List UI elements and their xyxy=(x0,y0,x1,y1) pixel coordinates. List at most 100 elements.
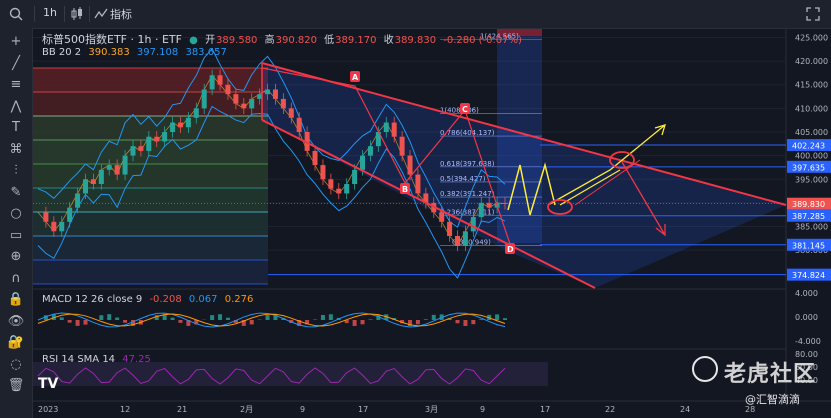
candle-body xyxy=(201,89,207,109)
macd-histogram-bar xyxy=(225,317,230,320)
trend-line-icon[interactable]: ╱ xyxy=(6,54,26,74)
close-label: 收 xyxy=(383,35,394,46)
high-value: 390.820 xyxy=(275,35,317,46)
low-value: 389.170 xyxy=(335,35,377,46)
candle-body xyxy=(233,94,239,104)
candle-body xyxy=(154,136,160,142)
tradingview-logo: TV xyxy=(38,376,59,392)
candle-body xyxy=(288,108,294,118)
price-tick: 410.000 xyxy=(795,104,828,113)
fib-time-band xyxy=(33,236,268,260)
price-tick: 405.000 xyxy=(795,128,828,137)
high-label: 高 xyxy=(264,35,275,46)
text-icon[interactable]: T xyxy=(6,118,26,138)
interval-button[interactable]: 1h xyxy=(43,6,57,19)
candle-body xyxy=(67,207,73,222)
fib-level-label: 0.5(394.427) xyxy=(440,175,486,183)
indicators-icon[interactable] xyxy=(94,6,108,25)
macd-histogram-bar xyxy=(423,319,428,320)
indicators-button[interactable]: 指标 xyxy=(110,6,132,22)
candle-body xyxy=(43,212,49,222)
time-tick: 17 xyxy=(358,405,368,414)
candle-body xyxy=(502,202,508,204)
eye-hide-icon[interactable]: ◌ xyxy=(6,355,26,375)
candle-body xyxy=(59,221,65,232)
candle-body xyxy=(439,212,445,222)
eye-icon[interactable]: 👁 xyxy=(6,312,26,332)
macd-histogram-bar xyxy=(431,314,436,320)
price-label: 402.243 xyxy=(792,142,825,151)
bb-legend[interactable]: BB 20 2 390.383 397.108 383.657 xyxy=(42,47,231,58)
bb-value-1: 390.383 xyxy=(88,47,130,58)
macd-tick: 4.000 xyxy=(795,289,818,298)
fib-time-band xyxy=(33,164,268,188)
fib-time-band xyxy=(33,116,268,140)
close-value: 389.830 xyxy=(394,35,437,46)
macd-histogram-bar xyxy=(479,319,484,320)
zoom-in-icon[interactable]: ⊕ xyxy=(6,247,26,267)
macd-histogram-bar xyxy=(463,320,468,326)
rsi-value: 47.25 xyxy=(122,354,151,365)
horizontal-lines-icon[interactable]: ≡ xyxy=(6,75,26,95)
brush-icon[interactable]: ✎ xyxy=(6,183,26,203)
candle-type-icon[interactable] xyxy=(70,6,84,25)
macd-histogram-bar xyxy=(178,320,183,323)
candle-body xyxy=(193,108,199,118)
macd-legend[interactable]: MACD 12 26 close 9 -0.208 0.067 0.276 xyxy=(42,294,257,305)
low-label: 低 xyxy=(324,35,335,46)
macd-histogram-bar xyxy=(320,315,325,320)
macd-histogram-bar xyxy=(503,318,507,320)
time-tick: 9 xyxy=(300,405,305,414)
tiger-logo-icon xyxy=(692,356,718,382)
fib-level-label: 0.236(387.311) xyxy=(440,209,495,217)
macd-histogram-bar xyxy=(495,314,500,320)
macd-histogram-bar xyxy=(99,315,104,320)
fib-level-label: 0.618(397.638) xyxy=(440,160,495,168)
macd-histogram-bar xyxy=(115,317,120,320)
candle-body xyxy=(177,122,183,128)
candle-body xyxy=(383,122,389,132)
fullscreen-icon[interactable] xyxy=(805,6,821,25)
top-toolbar: 1h 指标 xyxy=(0,0,831,29)
fib-time-band xyxy=(33,260,268,284)
symbol-title[interactable]: 标普500指数ETF · 1h · ETF xyxy=(42,33,182,46)
circle-icon[interactable]: ○ xyxy=(6,204,26,224)
price-label: 387.285 xyxy=(792,212,825,221)
macd-histogram-bar xyxy=(455,320,460,324)
macd-histogram-bar xyxy=(170,317,175,320)
candle-body xyxy=(336,188,342,194)
candle-body xyxy=(407,155,413,175)
wave-label: D xyxy=(507,245,514,254)
time-tick: 2023 xyxy=(38,405,58,414)
macd-histogram-bar xyxy=(471,320,476,325)
lock-icon[interactable]: 🔒 xyxy=(6,290,26,310)
candle-body xyxy=(185,117,191,128)
candle-body xyxy=(478,202,484,218)
macd-value-2: 0.067 xyxy=(188,294,218,305)
candle-body xyxy=(415,174,421,194)
pattern-icon[interactable]: ⌘ xyxy=(6,140,26,160)
magnet-icon[interactable]: ∩ xyxy=(6,269,26,289)
rsi-legend[interactable]: RSI 14 SMA 14 47.25 xyxy=(42,354,155,365)
candle-body xyxy=(90,179,96,184)
price-tick: 420.000 xyxy=(795,57,828,66)
fib-icon[interactable]: ⫶ xyxy=(6,161,26,181)
candle-body xyxy=(170,122,176,132)
crosshair-icon[interactable]: + xyxy=(6,32,26,52)
price-label: 397.635 xyxy=(792,163,825,172)
trash-icon[interactable]: 🗑 xyxy=(6,376,26,396)
watermark-text: 老虎社区 xyxy=(724,362,817,387)
wave-label: B xyxy=(402,185,408,194)
candle-body xyxy=(162,132,168,142)
ruler-icon[interactable]: ▭ xyxy=(6,226,26,246)
lock-drawing-icon[interactable]: 🔐 xyxy=(6,333,26,353)
candle-body xyxy=(462,231,468,246)
candle-body xyxy=(82,179,88,194)
candle-body xyxy=(352,169,358,184)
macd-histogram-bar xyxy=(67,320,72,323)
multi-line-icon[interactable]: ⋀ xyxy=(6,97,26,117)
fib-time-band xyxy=(33,92,268,116)
candle-body xyxy=(320,165,326,180)
search-symbol-icon[interactable] xyxy=(8,6,26,22)
macd-histogram-bar xyxy=(210,315,215,320)
